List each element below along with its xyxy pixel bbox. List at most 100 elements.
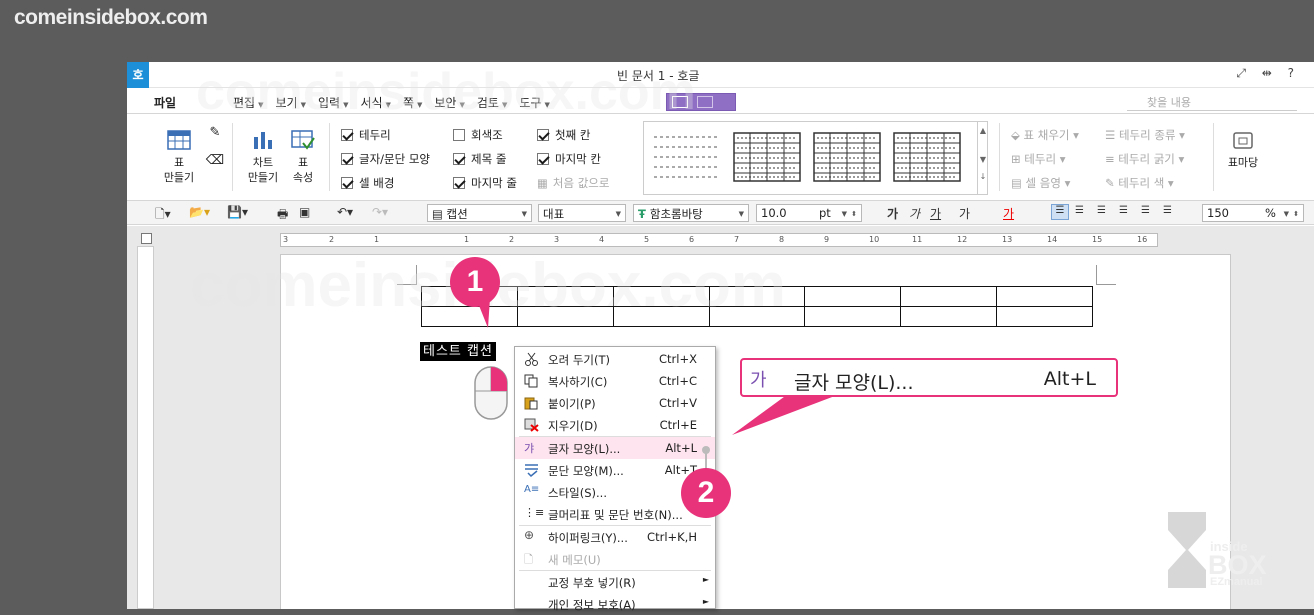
ctx-char-shape[interactable]: 갸 글자 모양(L)... Alt+L bbox=[515, 437, 715, 459]
fill-table-button[interactable]: ⬙ 표 채우기 ▾ bbox=[1011, 127, 1079, 143]
ruler-tick: 3 bbox=[554, 235, 560, 244]
scroll-down-icon[interactable]: ▼ bbox=[978, 155, 988, 164]
paste-icon bbox=[524, 397, 538, 410]
table-drop-button[interactable]: 표마당 bbox=[1221, 129, 1265, 170]
check-label: 회색조 bbox=[471, 128, 503, 142]
bold-icon[interactable]: 가 bbox=[887, 205, 898, 222]
border-type-button[interactable]: ☰ 테두리 종류 ▾ bbox=[1105, 127, 1185, 143]
check-label: 제목 줄 bbox=[471, 152, 507, 166]
strike-icon[interactable]: 가 bbox=[959, 205, 970, 222]
ctx-privacy[interactable]: 개인 정보 보호(A) ► bbox=[515, 593, 715, 615]
table-create-button[interactable]: 표 만들기 bbox=[157, 129, 201, 185]
table-style-grid1[interactable] bbox=[732, 131, 802, 183]
open-folder-icon[interactable]: 📂▾ bbox=[189, 205, 210, 219]
draw-table-icon[interactable]: ✎ bbox=[205, 125, 225, 140]
ctx-label: 새 메모(U) bbox=[548, 553, 601, 567]
check-last-row[interactable]: 마지막 줄 bbox=[453, 175, 517, 191]
check-label: 마지막 줄 bbox=[471, 176, 517, 190]
callout-shortcut: Alt+L bbox=[1043, 368, 1096, 390]
align-distribute-icon[interactable]: ☰ bbox=[1141, 205, 1150, 216]
ctx-hyperlink[interactable]: ⊕ 하이퍼링크(Y)... Ctrl+K,H bbox=[515, 526, 715, 548]
zoom-select[interactable]: 150% ▼ ⬍ bbox=[1202, 204, 1304, 222]
table-icon bbox=[167, 130, 191, 150]
check-cell-bg[interactable]: 셀 배경 bbox=[341, 175, 394, 191]
stepper-icon[interactable]: ⬍ bbox=[851, 210, 857, 218]
checkbox-icon bbox=[537, 153, 549, 165]
new-doc-icon[interactable]: 🗋▾ bbox=[155, 205, 171, 226]
separator bbox=[329, 123, 330, 191]
undo-icon[interactable]: ↶▾ bbox=[337, 205, 353, 219]
step-badge-2: 2 bbox=[681, 468, 731, 518]
check-border[interactable]: 테두리 bbox=[341, 127, 391, 143]
horizontal-ruler[interactable]: 3 2 1 1 2 3 4 5 6 7 8 9 10 11 12 13 14 1… bbox=[280, 233, 1158, 247]
ruler-corner-icon[interactable] bbox=[141, 233, 152, 244]
ctx-delete[interactable]: 지우기(D) Ctrl+E bbox=[515, 414, 715, 436]
font-select[interactable]: Ŧ 함초롬바탕 ▼ bbox=[633, 204, 749, 222]
table-props-button[interactable]: 표 속성 bbox=[283, 129, 323, 185]
cell-shade-button[interactable]: ▤ 셀 음영 ▾ bbox=[1011, 175, 1070, 191]
font-size-input[interactable]: 10.0 pt ▼ ⬍ bbox=[756, 204, 862, 222]
ctx-label: 교정 부호 넣기(R) bbox=[548, 576, 636, 590]
italic-icon[interactable]: 가 bbox=[909, 205, 920, 222]
check-first-col[interactable]: 첫째 칸 bbox=[537, 127, 590, 143]
preview-icon[interactable]: ▣ bbox=[299, 205, 310, 219]
stepper-icon[interactable]: ⬍ bbox=[1293, 210, 1299, 218]
checkbox-icon bbox=[341, 177, 353, 189]
menu-file[interactable]: 파일 bbox=[154, 94, 176, 111]
align-center-icon[interactable]: ☰ bbox=[1097, 205, 1106, 216]
check-last-col[interactable]: 마지막 칸 bbox=[537, 151, 601, 167]
ctx-cut[interactable]: 오려 두기(T) Ctrl+X bbox=[515, 348, 715, 370]
ctx-proofread[interactable]: 교정 부호 넣기(R) ► bbox=[515, 571, 715, 593]
save-icon[interactable]: 💾▾ bbox=[227, 205, 248, 219]
format-toolbar: 🗋▾ 📂▾ 💾▾ 🖶 ▣ ↶▾ ↷▾ ▤ 캡션 ▼ 대표 ▼ Ŧ 함초롬바탕 ▼ 10… bbox=[127, 201, 1314, 225]
gallery-scrollbar[interactable]: ▲ ▼ ↓ bbox=[977, 122, 988, 194]
align-justify-icon[interactable]: ☰ bbox=[1051, 204, 1069, 220]
checkbox-icon bbox=[453, 177, 465, 189]
align-divide-icon[interactable]: ☰ bbox=[1163, 205, 1172, 216]
font-color-icon[interactable]: 가 bbox=[1003, 205, 1014, 222]
table-style-grid3[interactable] bbox=[892, 131, 962, 183]
align-right-icon[interactable]: ☰ bbox=[1119, 205, 1128, 216]
table-style-grid2[interactable] bbox=[812, 131, 882, 183]
table-style-gallery[interactable]: ▲ ▼ ↓ bbox=[643, 121, 988, 195]
ctx-label: 개인 정보 보호(A) bbox=[548, 598, 636, 612]
erase-table-icon[interactable]: ⌫ bbox=[205, 153, 225, 168]
ctx-new-memo[interactable]: 🗋 새 메모(U) bbox=[515, 548, 715, 570]
window-controls[interactable]: ⤢ ⇹ ? bbox=[1236, 66, 1300, 81]
chart-create-button[interactable]: 차트 만들기 bbox=[241, 129, 285, 185]
ctx-copy[interactable]: 복사하기(C) Ctrl+C bbox=[515, 370, 715, 392]
check-header-row[interactable]: 제목 줄 bbox=[453, 151, 506, 167]
redo-icon[interactable]: ↷▾ bbox=[372, 205, 388, 219]
check-char-para[interactable]: 글자/문단 모양 bbox=[341, 151, 430, 167]
search-input[interactable]: 찾을 내용 bbox=[1127, 94, 1297, 111]
selected-caption-text[interactable]: 테스트 캡션 bbox=[420, 342, 496, 361]
hwp-window: 호 빈 문서 1 - 호글 ⤢ ⇹ ? 파일 편집 ▼ 보기 ▼ 입력 ▼ 서식 ▼ 쪽… bbox=[127, 62, 1314, 609]
ribbon: 표 만들기 ✎ ⌫ 차트 만들기 표 속성 테두리 글자/문단 모양 셀 배경 … bbox=[127, 115, 1314, 201]
ruler-tick: 15 bbox=[1092, 235, 1103, 244]
gallery-more-icon[interactable]: ↓ bbox=[978, 172, 988, 181]
border-color-button[interactable]: ✎ 테두리 색 ▾ bbox=[1105, 175, 1174, 191]
align-left-icon[interactable]: ☰ bbox=[1075, 205, 1084, 216]
bullet-icon: ⋮≡ bbox=[524, 506, 545, 519]
callout-label: 글자 모양(L)... bbox=[794, 372, 914, 394]
underline-icon[interactable]: 가 bbox=[930, 205, 941, 222]
ctx-label: 문단 모양(M)... bbox=[548, 464, 624, 478]
border-button[interactable]: ⊞ 테두리 ▾ bbox=[1011, 151, 1065, 167]
check-grayscale[interactable]: 회색조 bbox=[453, 127, 503, 143]
ctx-paste[interactable]: 붙이기(P) Ctrl+V bbox=[515, 392, 715, 414]
vertical-ruler[interactable] bbox=[137, 246, 154, 609]
print-icon[interactable]: 🖶 bbox=[277, 205, 288, 226]
scissors-icon bbox=[525, 352, 538, 366]
table-style-dashed[interactable] bbox=[652, 131, 722, 183]
table-layout-icon[interactable] bbox=[697, 96, 713, 108]
border-weight-button[interactable]: ≡ 테두리 굵기 ▾ bbox=[1105, 151, 1184, 167]
language-select[interactable]: 대표 ▼ bbox=[538, 204, 626, 222]
ctx-label: 복사하기(C) bbox=[548, 375, 608, 389]
scroll-up-icon[interactable]: ▲ bbox=[978, 126, 988, 135]
ctx-shortcut: Ctrl+X bbox=[659, 352, 697, 366]
watermark-text: comeinsidebox.com bbox=[196, 63, 696, 121]
delete-icon bbox=[524, 418, 539, 432]
badge-pointer bbox=[476, 298, 490, 328]
reset-button[interactable]: ▦ 처음 값으로 bbox=[537, 175, 609, 191]
style-select[interactable]: ▤ 캡션 ▼ bbox=[427, 204, 532, 222]
